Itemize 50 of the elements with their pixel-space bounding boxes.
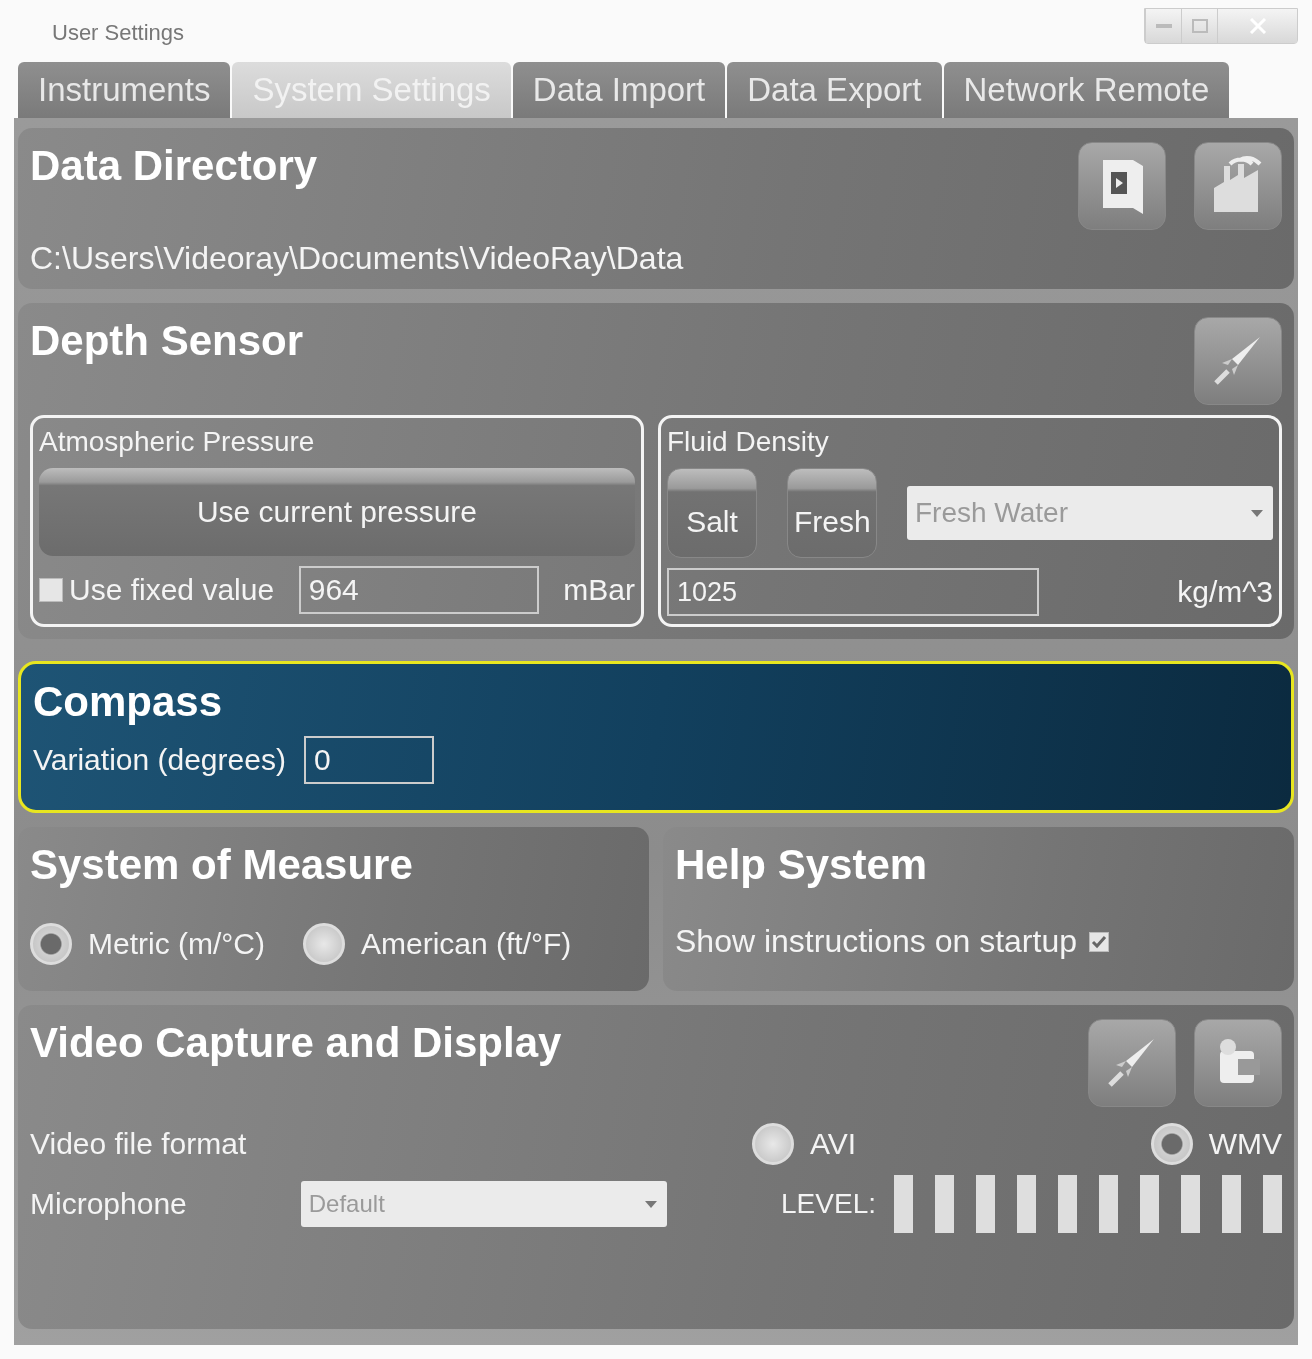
section-title: Help System (675, 841, 929, 889)
dropdown-caret-icon (644, 1200, 657, 1208)
radio-label: American (ft/°F) (360, 927, 572, 961)
rocket-button[interactable] (1088, 1019, 1176, 1107)
field-label: Variation (degrees) (33, 743, 286, 777)
section-title: System of Measure (30, 841, 414, 889)
level-label: LEVEL: (781, 1188, 876, 1220)
rocket-button[interactable] (1194, 317, 1282, 405)
minimize-icon (1155, 24, 1172, 28)
section-title: Data Directory (30, 142, 318, 190)
checkbox-label: Use fixed value (69, 573, 275, 607)
pressure-input[interactable]: 964 (298, 566, 539, 614)
field-label: Video file format (30, 1127, 247, 1161)
section-title: Depth Sensor (30, 317, 304, 365)
density-input[interactable]: 1025 (667, 568, 1039, 616)
maximize-icon (1191, 19, 1208, 33)
radio-label: AVI (810, 1127, 857, 1161)
radio-label: Metric (m/°C) (88, 927, 265, 961)
tab[interactable]: Instruments (18, 62, 231, 118)
checkbox[interactable] (1089, 931, 1109, 952)
checkbox-label: Show instructions on startup (675, 923, 1077, 960)
unit-label: mBar (563, 573, 635, 607)
camcorder-button[interactable] (1194, 1019, 1282, 1107)
microphone-dropdown[interactable]: Default (300, 1181, 667, 1227)
variation-input[interactable]: 0 (303, 736, 434, 784)
dropdown-caret-icon (1251, 509, 1263, 517)
factory-button[interactable] (1194, 142, 1282, 230)
density-preset-button[interactable]: Fresh (787, 468, 877, 558)
window-title: User Settings (51, 20, 185, 46)
field-label: Microphone (30, 1187, 187, 1221)
radio-label: WMV (1208, 1127, 1282, 1161)
group-label: Fluid Density (667, 426, 830, 458)
tab[interactable]: Data Import (512, 62, 726, 118)
radio-button[interactable] (302, 923, 345, 965)
group-label: Atmospheric Pressure (39, 426, 316, 458)
close-icon (1248, 18, 1267, 34)
radio-button[interactable] (30, 923, 72, 965)
radio-button[interactable] (1150, 1123, 1193, 1165)
section-title: Compass (33, 678, 224, 726)
radio-button[interactable] (752, 1123, 794, 1165)
fluid-dropdown[interactable]: Fresh Water (907, 486, 1273, 540)
directory-path: C:\Users\Videoray\Documents\VideoRay\Data (30, 240, 685, 277)
section-title: Video Capture and Display (30, 1019, 562, 1067)
folder-button[interactable] (1078, 142, 1166, 230)
density-preset-button[interactable]: Salt (667, 468, 757, 558)
unit-label: kg/m^3 (1177, 575, 1273, 609)
tab[interactable]: Data Export (727, 62, 942, 118)
use-current-pressure-button[interactable]: Use current pressure (39, 468, 635, 556)
checkbox[interactable] (39, 578, 63, 602)
tab[interactable]: Network Remote (943, 62, 1230, 118)
